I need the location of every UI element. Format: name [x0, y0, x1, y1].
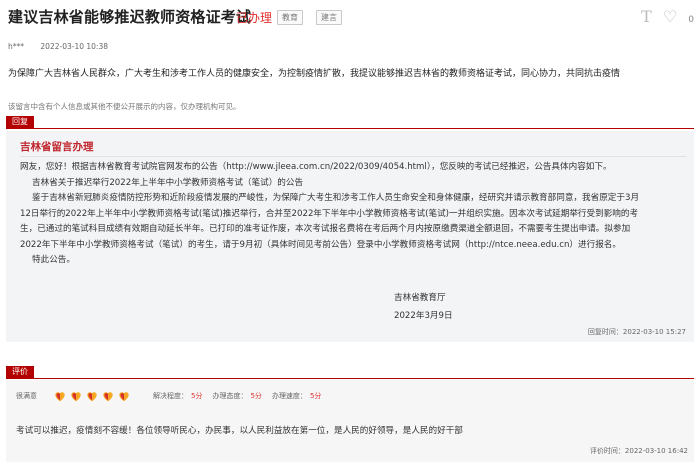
score-value: 5分: [309, 392, 322, 400]
rating-heart-icon: [101, 389, 115, 403]
post-time: 2022-03-10 10:38: [40, 42, 108, 51]
rating-heart-icon: [85, 389, 99, 403]
reply-label: 回复: [6, 116, 34, 128]
reply-line: 网友，您好！根据吉林省教育考试院官网发布的公告（http://www.jleea…: [20, 162, 612, 172]
reply-section-header: 回复: [6, 116, 694, 129]
status-label: 已办理: [236, 11, 273, 25]
tag-suggestion[interactable]: 建言: [316, 10, 342, 25]
rating-heart-icon: [117, 389, 131, 403]
privacy-notice: 该留言中含有个人信息或其他不便公开展示的内容，仅办理机构可见。: [8, 102, 241, 111]
header-actions: T ♡ 0: [635, 7, 694, 26]
score-label: 办理态度：: [212, 392, 248, 400]
score-value: 5分: [191, 392, 203, 400]
sign-date: 2022年3月9日: [394, 311, 453, 321]
score-value: 5分: [250, 392, 262, 400]
message-content: 为保障广大吉林省人民群众，广大考生和涉考工作人员的健康安全，为控制疫情扩散，我提…: [8, 69, 621, 79]
font-size-icon[interactable]: T: [641, 7, 652, 26]
post-meta: h*** 2022-03-10 10:38: [8, 42, 122, 51]
reply-line: 特此公告。: [32, 255, 75, 265]
rating-label: 很满意: [16, 392, 37, 400]
evaluation-label: 评价: [6, 366, 34, 378]
evaluation-box: 很满意 解决程度： 5分 办理态度： 5分 办理速度： 5分 考试可以推迟，疫情…: [6, 380, 694, 462]
reply-line: 12日举行的2022年上半年中小学教师资格考试(笔试)推迟举行，合并至2022年…: [20, 208, 639, 219]
score-label: 解决程度：: [153, 392, 188, 400]
evaluation-time: 评价时间：2022-03-10 16:42: [589, 447, 688, 455]
heart-count: 0: [688, 15, 694, 25]
tag-education[interactable]: 教育: [277, 10, 303, 25]
rating-heart-icon: [53, 389, 67, 403]
author: h***: [8, 42, 25, 51]
heart-icon[interactable]: ♡: [663, 7, 677, 26]
reply-line: 2022年下半年中小学教师资格考试（笔试）的考生，请于9月初（具体时间见考前公告…: [20, 239, 621, 250]
reply-line: 生，已通过的笔试科目成绩有效期自动延长半年。已打印的准考证作废，本次考试报名费将…: [20, 224, 631, 234]
reply-text: 网友，您好！根据吉林省教育考试院官网发布的公告（http://www.jleea…: [20, 160, 690, 269]
reply-box: 吉林省留言办理 网友，您好！根据吉林省教育考试院官网发布的公告（http://w…: [6, 131, 694, 342]
score-label: 办理速度：: [271, 392, 307, 400]
evaluation-text: 考试可以推迟，疫情刻不容缓！各位领导听民心，办民事，以人民利益放在第一位，是人民…: [16, 426, 463, 436]
rating-hearts: [53, 389, 133, 403]
reply-line: 吉林省关于推迟举行2022年上半年中小学教师资格考试（笔试）的公告: [32, 177, 304, 188]
sign-org: 吉林省教育厅: [394, 293, 446, 303]
reply-line: 鉴于吉林省新冠肺炎疫情防控形势和近阶段疫情发展的严峻性，为保障广大考生和涉考工作…: [32, 193, 640, 203]
reply-org: 吉林省留言办理: [20, 141, 94, 153]
reply-divider: [20, 156, 686, 157]
rating-row: 很满意 解决程度： 5分 办理态度： 5分 办理速度： 5分: [16, 388, 331, 404]
page-title: 建议吉林省能够推迟教师资格证考试: [8, 8, 252, 26]
reply-time: 回复时间：2022-03-10 15:27: [587, 328, 686, 336]
evaluation-section-header: 评价: [6, 366, 694, 379]
rating-heart-icon: [69, 389, 83, 403]
